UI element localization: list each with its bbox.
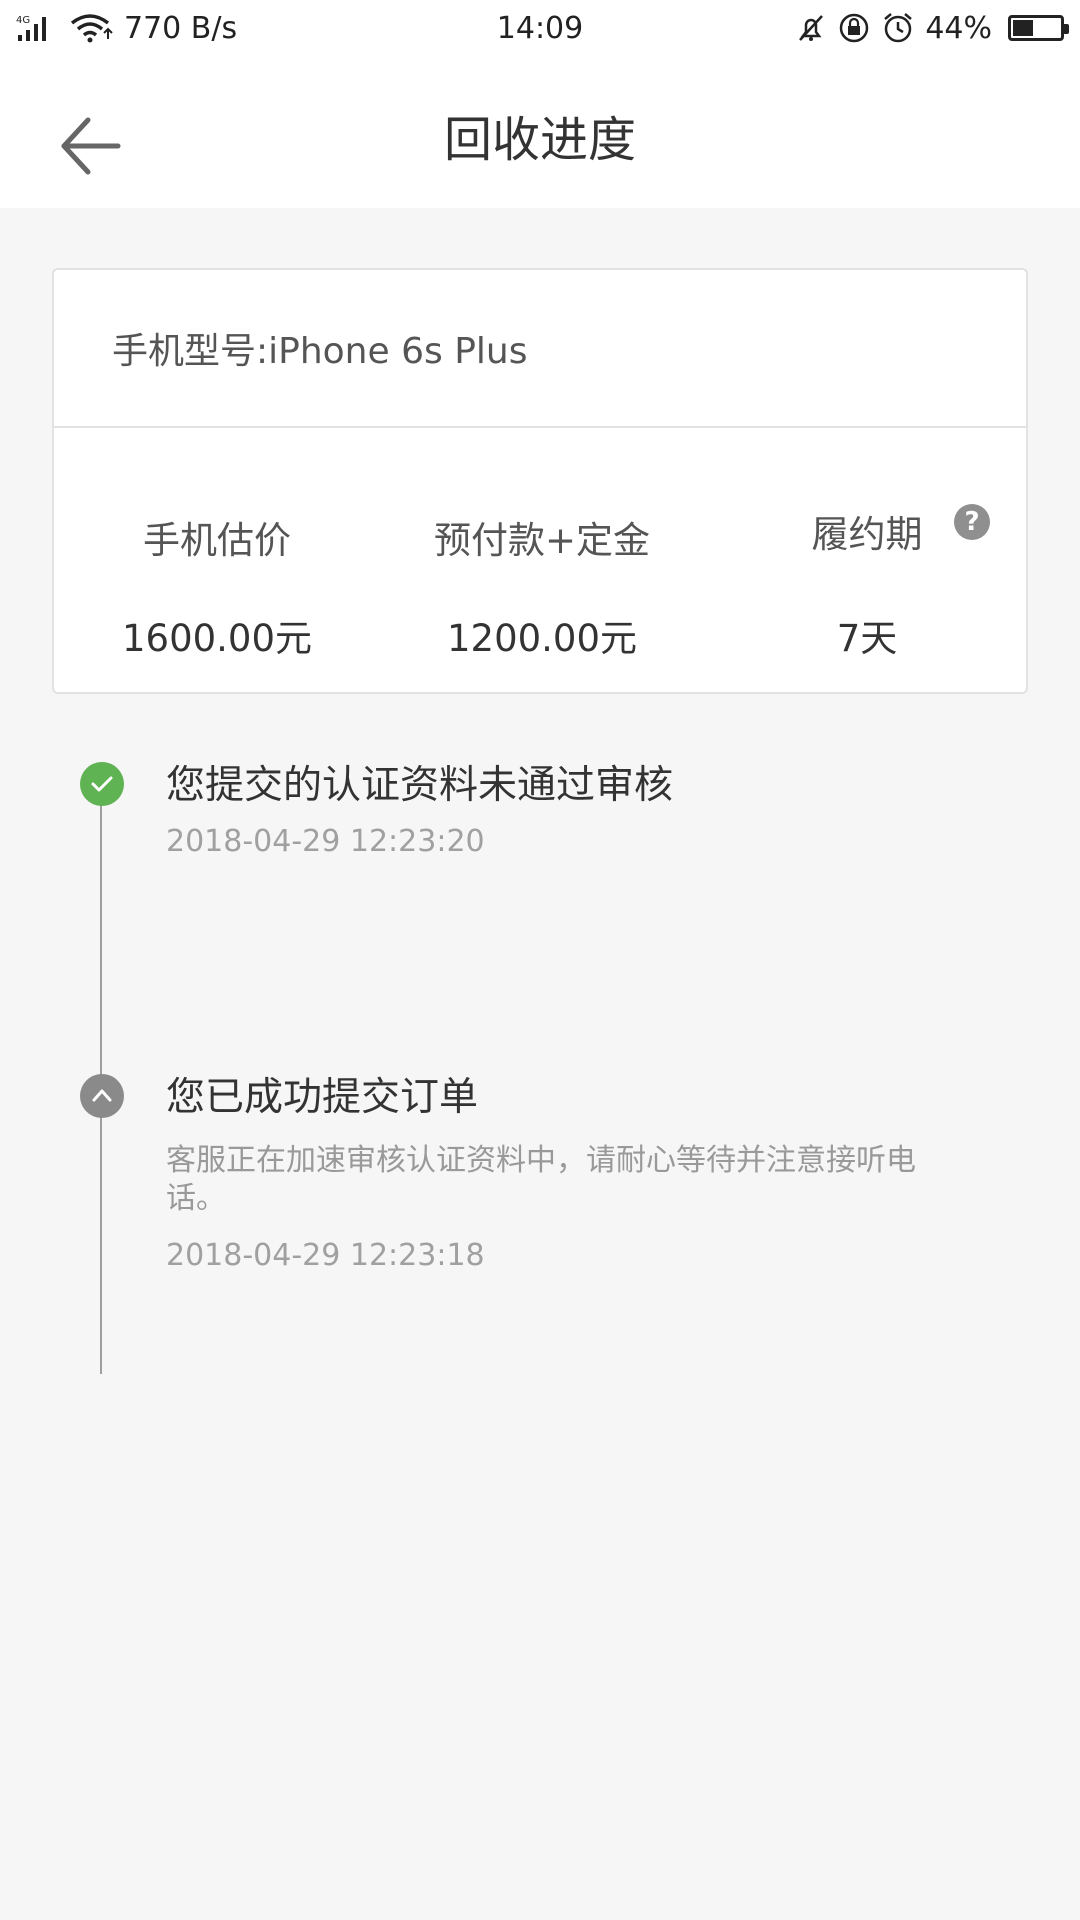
network-type: 4G (16, 15, 30, 26)
rotation-lock-icon (837, 11, 871, 45)
page-title-text: 回收进度 (443, 112, 636, 168)
info-card: 手机型号:iPhone 6s Plus 手机估价 1600.00元 预付款+定金… (52, 268, 1028, 694)
battery-level (1013, 20, 1033, 36)
metric-prepayment: 预付款+定金 1200.00元 (379, 428, 705, 694)
metric-period: 履约期 7天 (704, 428, 1030, 694)
check-icon (80, 762, 124, 806)
status-bar: 4G 770 B/s 14:09 44% (0, 0, 1080, 56)
timeline-title: 您已成功提交订单 (166, 1075, 479, 1120)
timeline-title: 您提交的认证资料未通过审核 (166, 763, 674, 808)
phone-model-text: 手机型号:iPhone 6s Plus (112, 331, 528, 372)
metric-value: 1600.00元 (121, 617, 312, 660)
status-bar-right: 44% (795, 10, 1069, 46)
network-speed: 770 B/s (124, 10, 238, 46)
timeline-time: 2018-04-29 12:23:18 (166, 1238, 485, 1273)
status-bar-left: 4G 770 B/s (16, 11, 237, 46)
metrics-row: 手机估价 1600.00元 预付款+定金 1200.00元 履约期 7天 ? (54, 428, 1026, 694)
metric-label: 手机估价 (143, 519, 291, 562)
timeline-description: 客服正在加速审核认证资料中，请耐心等待并注意接听电话。 (166, 1143, 916, 1216)
phone-model-row: 手机型号:iPhone 6s Plus (54, 270, 1026, 428)
app-header: 回收进度 (0, 56, 1080, 208)
help-icon[interactable]: ? (954, 504, 990, 540)
timeline-time: 2018-04-29 12:23:20 (166, 824, 485, 859)
progress-timeline: 您提交的认证资料未通过审核 2018-04-29 12:23:20 您已成功提交… (0, 740, 1080, 1380)
battery-icon (1008, 15, 1069, 41)
chevron-up-icon (80, 1074, 124, 1118)
page-title: 回收进度 (0, 100, 1080, 170)
metric-value: 1200.00元 (446, 617, 637, 660)
alarm-icon (881, 11, 915, 45)
battery-percent: 44% (925, 10, 992, 46)
signal-icon: 4G (16, 13, 60, 43)
metric-value: 7天 (836, 617, 898, 660)
status-time: 14:09 (496, 10, 584, 46)
wifi-icon (70, 13, 114, 43)
metric-label: 预付款+定金 (433, 519, 650, 562)
metric-estimate: 手机估价 1600.00元 (54, 428, 380, 694)
mute-bell-icon (795, 12, 827, 44)
